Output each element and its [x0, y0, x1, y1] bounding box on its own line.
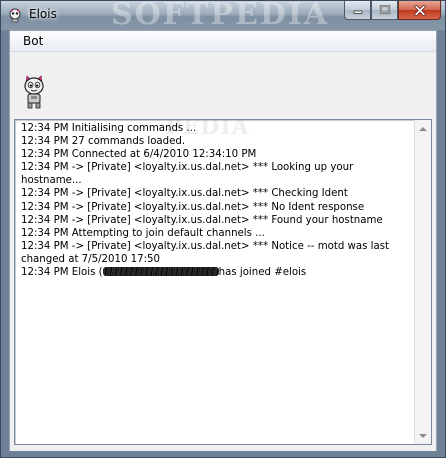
redacted-hostname	[102, 267, 219, 277]
app-icon	[9, 8, 21, 23]
menu-item-bot[interactable]: Bot	[16, 32, 50, 51]
close-icon	[413, 4, 426, 16]
watermark: SOFTPEDIA	[111, 0, 330, 32]
vertical-scrollbar[interactable]	[414, 120, 431, 444]
maximize-icon	[379, 5, 390, 15]
scroll-up-icon	[419, 126, 427, 131]
app-window: SOFTPEDIA Elois Bot PEDIA 12:34 PM Initi…	[0, 0, 446, 458]
scroll-up-button[interactable]	[415, 120, 431, 137]
minimize-button[interactable]	[344, 1, 371, 20]
title-bar[interactable]: SOFTPEDIA Elois	[1, 0, 445, 32]
log-line: 12:34 PM Attempting to join default chan…	[21, 227, 265, 239]
log-line: 12:34 PM -> [Private] <loyalty.ix.us.dal…	[21, 201, 365, 213]
log-line: 12:34 PM -> [Private] <loyalty.ix.us.dal…	[21, 188, 348, 200]
join-suffix: has joined #elois	[218, 267, 307, 279]
client-area: Bot PEDIA 12:34 PM Initialising commands…	[9, 30, 437, 451]
menu-bar: Bot	[10, 31, 436, 52]
maximize-button[interactable]	[371, 1, 398, 20]
chat-log[interactable]: PEDIA 12:34 PM Initialising commands ...…	[14, 119, 432, 445]
log-line: 12:34 PM -> [Private] <loyalty.ix.us.dal…	[21, 214, 383, 226]
join-prefix: 12:34 PM Elois (	[21, 267, 103, 279]
log-line: 12:34 PM -> [Private] <loyalty.ix.us.dal…	[21, 240, 393, 265]
log-lines: 12:34 PM Initialising commands ... 12:34…	[21, 122, 407, 279]
log-line: 12:34 PM Connected at 6/4/2010 12:34:10 …	[21, 149, 257, 161]
log-line-join: 12:34 PM Elois ( has joined #elois	[21, 266, 407, 279]
close-button[interactable]	[398, 1, 441, 20]
bot-avatar-icon[interactable]	[22, 74, 46, 110]
scroll-down-button[interactable]	[415, 427, 431, 444]
scroll-down-icon	[419, 433, 427, 438]
log-line: 12:34 PM -> [Private] <loyalty.ix.us.dal…	[21, 162, 357, 187]
window-title: Elois	[29, 7, 57, 21]
minimize-icon	[353, 10, 362, 14]
log-line: 12:34 PM Initialising commands ...	[21, 123, 197, 134]
log-line: 12:34 PM 27 commands loaded.	[21, 136, 186, 148]
caption-buttons	[344, 1, 441, 21]
bot-area: PEDIA 12:34 PM Initialising commands ...…	[10, 53, 436, 451]
